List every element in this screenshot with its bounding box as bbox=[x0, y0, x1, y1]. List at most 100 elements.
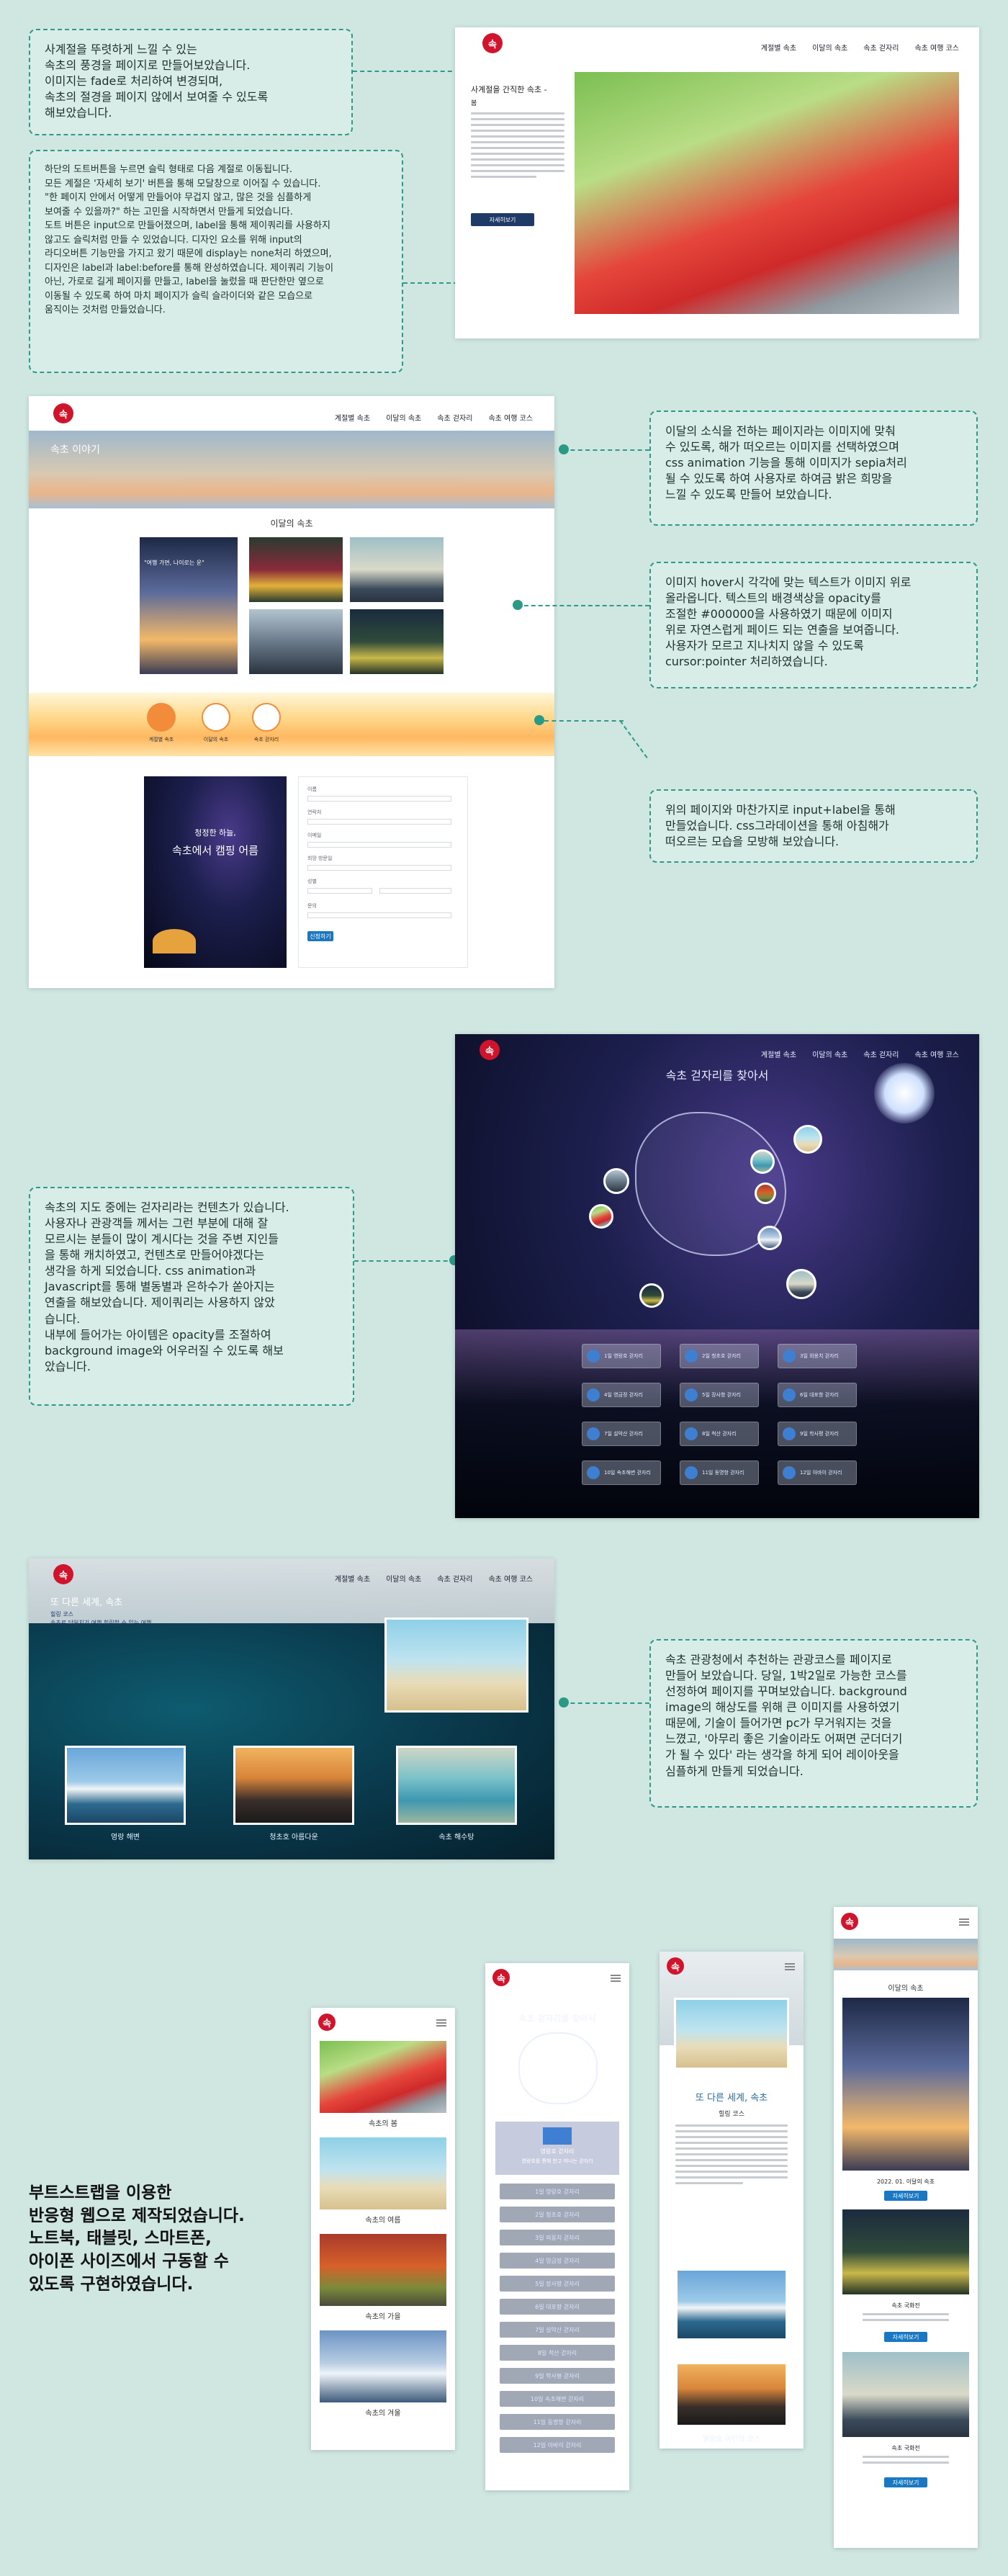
star-icon bbox=[783, 1350, 796, 1363]
photo-crowd[interactable] bbox=[350, 537, 444, 602]
star-spot-list-item[interactable]: 3일 외옹치 걷자리 bbox=[500, 2230, 615, 2245]
phone-field[interactable] bbox=[307, 819, 451, 825]
logo[interactable]: 속 bbox=[841, 1913, 858, 1930]
star-spot-button[interactable]: 7일 설악산 걷자리 bbox=[582, 1422, 661, 1446]
detail-button[interactable]: 자세히보기 bbox=[884, 2332, 927, 2342]
menu-icon[interactable] bbox=[436, 2019, 446, 2027]
count-field[interactable] bbox=[379, 888, 451, 894]
star-spot-button[interactable]: 8일 척산 걷자리 bbox=[680, 1422, 759, 1446]
popup[interactable]: 영랑호 걷자리 영랑호를 통해 한고 떠나는 걷자리 bbox=[495, 2122, 619, 2175]
star-spot-label: 8일 척산 걷자리 bbox=[702, 1431, 737, 1437]
star-spot-list-item[interactable]: 5일 장사항 걷자리 bbox=[500, 2276, 615, 2292]
gender-field[interactable] bbox=[307, 888, 372, 894]
nav-item[interactable]: 속초 걷자리 bbox=[437, 1573, 472, 1584]
map-bubble[interactable] bbox=[750, 1149, 775, 1174]
logo[interactable]: 속 bbox=[480, 1040, 500, 1060]
star-spot-button[interactable]: 1일 영랑호 걷자리 bbox=[582, 1344, 661, 1368]
star-spot-button[interactable]: 6일 대포항 걷자리 bbox=[778, 1383, 857, 1407]
nav-circle-3[interactable] bbox=[252, 703, 281, 732]
course-photo-pine[interactable] bbox=[233, 1746, 354, 1825]
course-photo-main[interactable] bbox=[384, 1617, 528, 1713]
callout-star-map: 속초의 지도 중에는 걷자리라는 컨텐츠가 있습니다. 사용자나 관광객들 께서… bbox=[29, 1187, 354, 1406]
menu-icon[interactable] bbox=[959, 1918, 969, 1926]
nav-item[interactable]: 계절별 속초 bbox=[761, 1049, 796, 1059]
star-spot-button[interactable]: 2일 청초호 걷자리 bbox=[680, 1344, 759, 1368]
map-bubble[interactable] bbox=[786, 1269, 816, 1299]
star-spot-list-item[interactable]: 11일 동명항 걷자리 bbox=[500, 2414, 615, 2430]
star-spot-list-item[interactable]: 10일 속초해변 걷자리 bbox=[500, 2391, 615, 2407]
star-spot-list-item[interactable]: 6일 대포항 걷자리 bbox=[500, 2299, 615, 2315]
logo[interactable]: 속 bbox=[492, 1969, 510, 1986]
menu-icon[interactable] bbox=[785, 1963, 795, 1970]
gradient-band: 계절별 속초 이달의 속초 속초 걷자리 bbox=[29, 693, 554, 756]
date-field[interactable] bbox=[307, 865, 451, 871]
map-bubble[interactable] bbox=[589, 1204, 613, 1229]
star-spot-list-item[interactable]: 12일 아바이 걷자리 bbox=[500, 2437, 615, 2453]
submit-button[interactable]: 신청하기 bbox=[307, 931, 333, 941]
star-spot-button[interactable]: 9일 학사평 걷자리 bbox=[778, 1422, 857, 1446]
star-spot-button[interactable]: 11일 동명항 걷자리 bbox=[680, 1460, 759, 1485]
icon-label: 이달의 속초 bbox=[203, 737, 229, 742]
connector-line bbox=[563, 1702, 649, 1704]
photo-lights[interactable] bbox=[350, 609, 444, 674]
star-spot-list-item[interactable]: 8일 척산 걷자리 bbox=[500, 2345, 615, 2361]
star-spot-button[interactable]: 12일 아바이 걷자리 bbox=[778, 1460, 857, 1485]
logo[interactable]: 속 bbox=[667, 1957, 684, 1975]
map-bubble[interactable] bbox=[755, 1182, 776, 1204]
nav-item[interactable]: 속초 걷자리 bbox=[437, 412, 472, 423]
map-bubble[interactable] bbox=[603, 1168, 629, 1194]
star-spot-button[interactable]: 3일 외옹치 걷자리 bbox=[778, 1344, 857, 1368]
connector-line bbox=[517, 605, 649, 606]
caption: 속초의 여름 bbox=[365, 2217, 401, 2225]
top-nav: 계절별 속초 이달의 속초 속초 걷자리 속초 여행 코스 bbox=[761, 1049, 959, 1059]
nav-item[interactable]: 이달의 속초 bbox=[812, 42, 847, 53]
star-spot-button[interactable]: 10일 속초해변 걷자리 bbox=[582, 1460, 661, 1485]
nav-item[interactable]: 계절별 속초 bbox=[335, 412, 370, 423]
nav-item[interactable]: 계절별 속초 bbox=[335, 1573, 370, 1584]
nav-item[interactable]: 속초 여행 코스 bbox=[488, 1573, 533, 1584]
phone-monthly: 속 이달의 속초 2022. 01. 이달의 속초 자세히보기 속초 국화전 자… bbox=[834, 1907, 978, 2548]
nav-circle-2[interactable] bbox=[202, 703, 230, 732]
nav-item[interactable]: 이달의 속초 bbox=[386, 412, 421, 423]
star-spot-list-item[interactable]: 1일 영랑호 걷자리 bbox=[500, 2184, 615, 2199]
nav-circle-1[interactable] bbox=[147, 703, 176, 732]
map-bubble[interactable] bbox=[639, 1283, 664, 1308]
detail-button[interactable]: 자세히보기 bbox=[471, 213, 534, 226]
logo[interactable]: 속 bbox=[53, 1564, 73, 1584]
nav-item[interactable]: 속초 여행 코스 bbox=[488, 412, 533, 423]
star-spot-button[interactable]: 4일 영금정 걷자리 bbox=[582, 1383, 661, 1407]
season-photo bbox=[320, 2330, 446, 2402]
inquiry-field[interactable] bbox=[307, 912, 451, 918]
photo-couple[interactable] bbox=[249, 609, 343, 674]
map-bubble[interactable] bbox=[757, 1226, 782, 1250]
nav-item[interactable]: 속초 걷자리 bbox=[863, 1049, 899, 1059]
course-photo-ship[interactable] bbox=[65, 1746, 186, 1825]
map-bubble[interactable] bbox=[793, 1125, 822, 1154]
nav-item[interactable]: 이달의 속초 bbox=[386, 1573, 421, 1584]
course-photo-pool[interactable] bbox=[396, 1746, 517, 1825]
email-field[interactable] bbox=[307, 842, 451, 848]
nav-item[interactable]: 속초 여행 코스 bbox=[914, 1049, 959, 1059]
star-spot-list-item[interactable]: 7일 설악산 걷자리 bbox=[500, 2322, 615, 2338]
star-icon bbox=[587, 1427, 600, 1440]
name-field[interactable] bbox=[307, 796, 451, 802]
star-spot-list-item[interactable]: 4일 영금정 걷자리 bbox=[500, 2253, 615, 2268]
detail-button[interactable]: 자세히보기 bbox=[884, 2477, 927, 2487]
logo[interactable]: 속 bbox=[318, 2014, 336, 2031]
nav-item[interactable]: 속초 여행 코스 bbox=[914, 42, 959, 53]
logo[interactable]: 속 bbox=[482, 33, 503, 53]
logo[interactable]: 속 bbox=[53, 403, 73, 423]
nav-item[interactable]: 속초 걷자리 bbox=[863, 42, 899, 53]
star-spot-button[interactable]: 5일 장사항 걷자리 bbox=[680, 1383, 759, 1407]
star-spot-list-item[interactable]: 9일 학사평 걷자리 bbox=[500, 2368, 615, 2384]
detail-button[interactable]: 자세히보기 bbox=[884, 2191, 927, 2201]
star-spot-list-item[interactable]: 2일 청초호 걷자리 bbox=[500, 2207, 615, 2222]
booking-form: 이름 연락처 이메일 희망 방문일 성별 문의 신청하기 bbox=[298, 776, 468, 968]
course-subtitle: 힐링 코스 bbox=[719, 2111, 744, 2118]
season-subheading: 봄 bbox=[471, 100, 477, 107]
nav-item[interactable]: 계절별 속초 bbox=[761, 42, 796, 53]
menu-icon[interactable] bbox=[611, 1975, 621, 1982]
poster-image[interactable]: "여행 가면, 나이로는 운" bbox=[140, 537, 238, 674]
photo-festival[interactable] bbox=[249, 537, 343, 602]
nav-item[interactable]: 이달의 속초 bbox=[812, 1049, 847, 1059]
